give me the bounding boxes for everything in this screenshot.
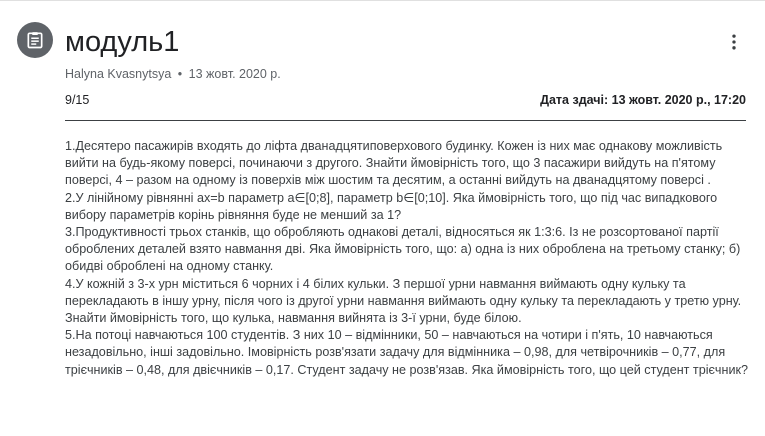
assignment-description: 1.Десятеро пасажирів входять до ліфта дв… bbox=[65, 138, 755, 379]
author-name: Halyna Kvasnytsya bbox=[65, 67, 172, 81]
assignment-title: модуль1 bbox=[65, 26, 180, 58]
assignment-meta: Halyna Kvasnytsya • 13 жовт. 2020 р. bbox=[65, 66, 281, 82]
task-paragraph: 5.На потоці навчаються 100 студентів. З … bbox=[65, 328, 748, 377]
task-paragraph: 3.Продуктивності трьох станків, що оброб… bbox=[65, 225, 741, 274]
task-paragraph: 2.У лінійному рівнянні ax=b параметр a∈[… bbox=[65, 190, 718, 222]
posted-date: 13 жовт. 2020 р. bbox=[188, 67, 281, 81]
points-score: 9/15 bbox=[65, 93, 90, 107]
task-paragraph: 1.Десятеро пасажирів входять до ліфта дв… bbox=[65, 139, 723, 188]
header-divider bbox=[65, 120, 746, 121]
top-border bbox=[0, 0, 765, 1]
due-date: Дата здачі: 13 жовт. 2020 р., 17:20 bbox=[540, 93, 746, 107]
assignment-icon bbox=[17, 22, 53, 58]
task-paragraph: 4.У кожній з 3-х урн міститься 6 чорних … bbox=[65, 276, 742, 326]
meta-separator: • bbox=[177, 67, 183, 81]
more-vert-icon[interactable] bbox=[722, 30, 746, 54]
